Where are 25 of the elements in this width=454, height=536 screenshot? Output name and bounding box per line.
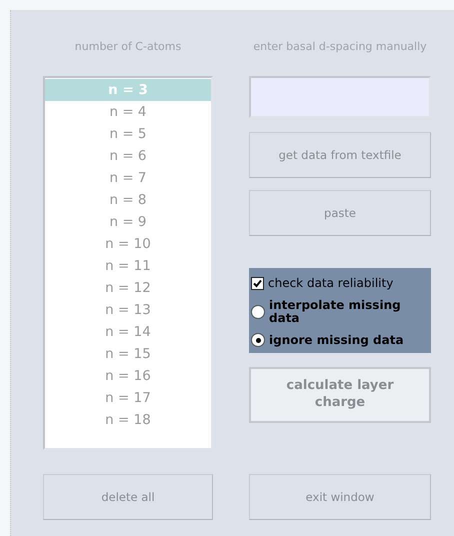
list-item[interactable]: n = 10 [45, 233, 211, 255]
list-item[interactable]: n = 12 [45, 277, 211, 299]
field-heading: enter basal d-spacing manually [253, 40, 427, 55]
radio-button[interactable] [251, 333, 265, 348]
checkbox-label: check data reliability [268, 276, 394, 290]
input-field[interactable] [249, 76, 431, 118]
list-heading: number of C-atoms [74, 40, 182, 55]
list-item[interactable]: n = 6 [45, 145, 211, 167]
list-item[interactable]: n = 15 [45, 343, 211, 365]
list-item[interactable]: n = 11 [45, 255, 211, 277]
radio-label: ignore missing data [269, 334, 404, 346]
list-item[interactable]: n = 5 [45, 123, 211, 145]
list-item[interactable]: n = 13 [45, 299, 211, 321]
checkbox[interactable] [251, 276, 264, 290]
list-item[interactable]: n = 3 [45, 79, 211, 101]
list-item[interactable]: n = 16 [45, 365, 211, 387]
list-item[interactable]: n = 7 [45, 167, 211, 189]
list-item[interactable]: n = 8 [45, 189, 211, 211]
list-item[interactable]: n = 17 [45, 387, 211, 409]
radio-label: interpolate missing data [269, 299, 402, 324]
list-item[interactable]: n = 9 [45, 211, 211, 233]
list-item[interactable]: n = 4 [45, 101, 211, 123]
list-item[interactable]: n = 14 [45, 321, 211, 343]
list-item[interactable]: n = 18 [45, 409, 211, 431]
radio-button[interactable] [251, 304, 265, 319]
